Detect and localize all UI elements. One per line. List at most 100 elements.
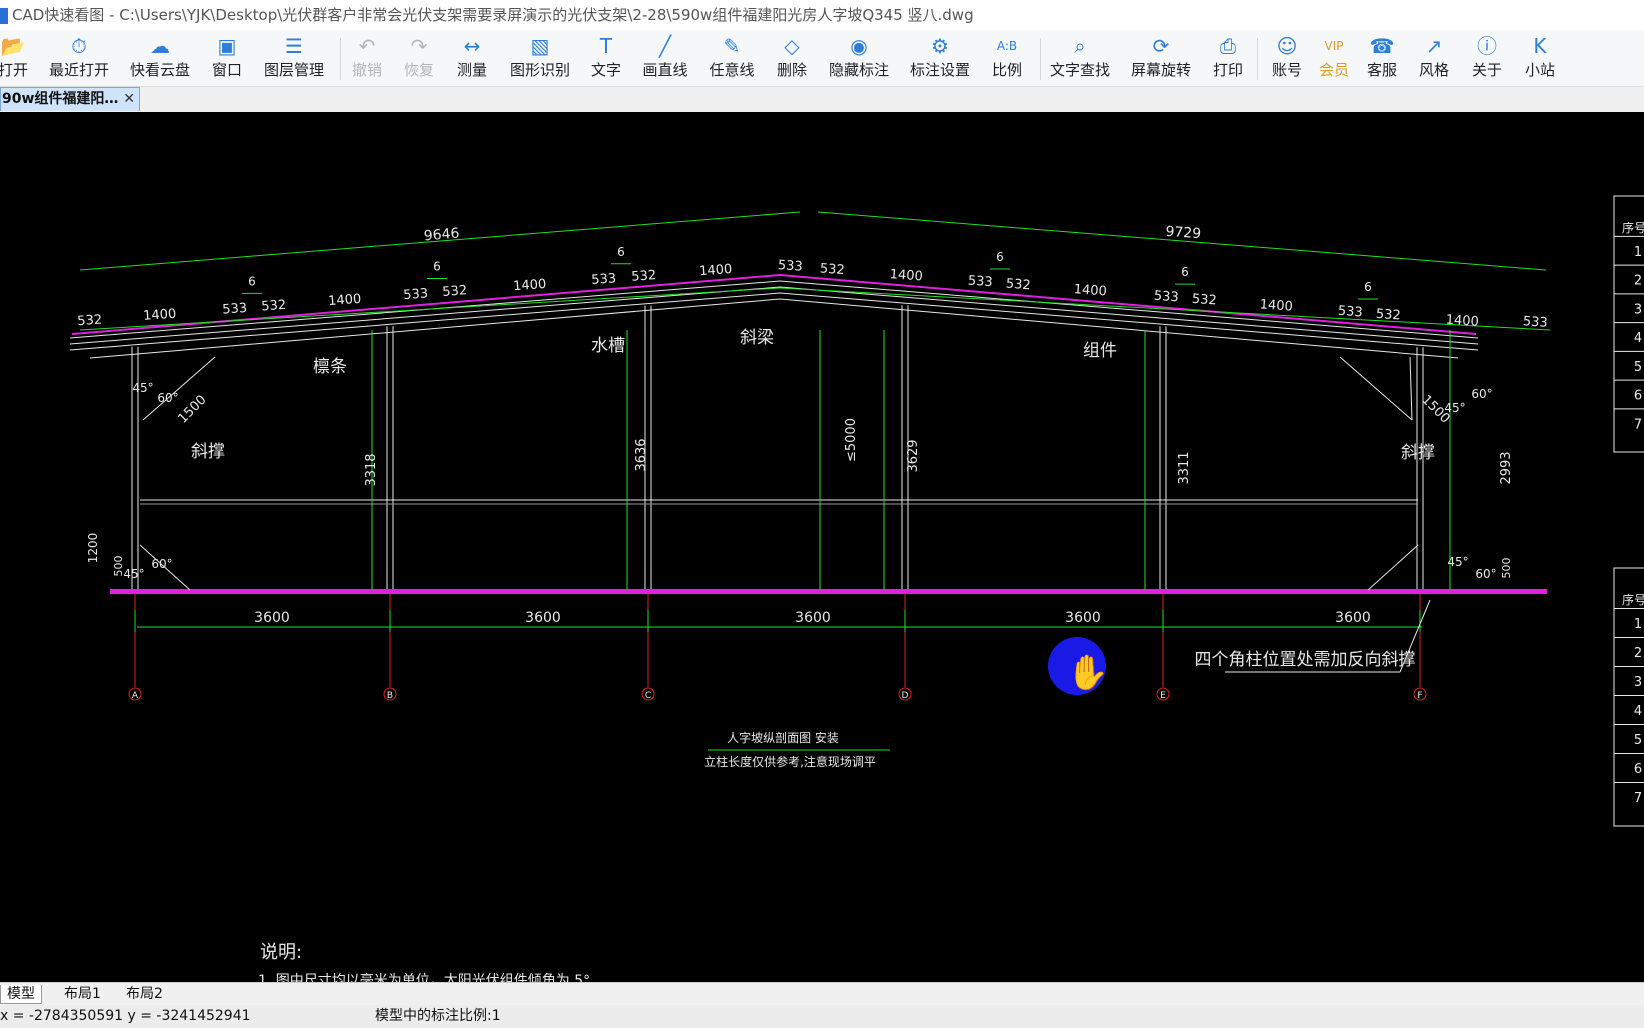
gap-dimension: 6 <box>433 260 441 274</box>
purlin-dimension: 532 <box>819 261 845 278</box>
toolbar-button-label: 画直线 <box>642 61 688 79</box>
dimension-line <box>79 287 781 331</box>
diagonal-brace <box>1339 356 1413 421</box>
diagonal-brace <box>1367 544 1419 591</box>
purlin-dimension: 533 <box>777 258 803 275</box>
app-icon <box>0 7 8 24</box>
line-icon: ╱ <box>658 34 672 58</box>
purlin-dimension: 532 <box>77 313 103 330</box>
span-dimension: 9646 <box>423 225 460 244</box>
purlin-dimension: 532 <box>631 268 657 285</box>
purlin-dimension: 1400 <box>1259 297 1293 314</box>
status-bar: x = -2784350591 y = -3241452941 模型中的标注比例… <box>0 1005 1644 1028</box>
window-title: CAD快速看图 - C:\Users\YJK\Desktop\光伏群客户非常会光… <box>12 6 974 24</box>
tab-model[interactable]: 模型 <box>0 985 42 1004</box>
purlin-dimension: 1400 <box>889 267 923 284</box>
bay-dimension: 3600 <box>1065 610 1101 626</box>
style-icon: ↗ <box>1425 34 1443 58</box>
column-height: 3629 <box>906 439 921 472</box>
toolbar-button-4[interactable]: ☰ 图层管理 <box>264 32 324 84</box>
layout-tab-bar: 模型 布局1 布局2 <box>0 982 1644 1005</box>
tab-layout1[interactable]: 布局1 <box>58 985 107 1003</box>
toolbar-button-label: 风格 <box>1418 61 1450 79</box>
toolbar-button-label: 关于 <box>1471 61 1503 79</box>
cursor-coordinates: x = -2784350591 y = -3241452941 <box>0 1008 251 1024</box>
bay-dimension: 3600 <box>254 610 290 626</box>
table-cell: 5 <box>1634 360 1642 375</box>
toolbar-button-7[interactable]: ↔ 测量 <box>457 32 487 84</box>
table-cell: 3 <box>1634 675 1642 690</box>
drawing-texts: A B C D E F 序号 1 2 3 4 5 6 7 序号 1 2 3 4 5 6 7 9646 9729 532 1400 5… <box>77 220 1644 982</box>
toolbar-button-18[interactable]: ⎙ 打印 <box>1213 32 1243 84</box>
toolbar-button-1[interactable]: ⏱ 最近打开 <box>49 32 109 84</box>
toolbar-button-15[interactable]: A:B 比例 <box>992 32 1022 84</box>
toolbar-button-label: 最近打开 <box>48 61 110 79</box>
toolbar-button-label: 测量 <box>456 61 488 79</box>
document-tab[interactable]: 90w组件福建阳… ✕ <box>0 87 140 111</box>
toolbar-button-22[interactable]: ↗ 风格 <box>1419 32 1449 84</box>
info-icon: ⓘ <box>1476 34 1497 58</box>
toolbar-button-12[interactable]: ◇ 删除 <box>777 32 807 84</box>
toolbar-button-23[interactable]: ⓘ 关于 <box>1472 32 1502 84</box>
toolbar-button-3[interactable]: ▣ 窗口 <box>212 32 242 84</box>
toolbar-button-label: 屏幕旋转 <box>1130 61 1192 79</box>
gap-dimension: 6 <box>1364 280 1372 294</box>
toolbar-button-20[interactable]: VIP 会员 <box>1319 32 1349 84</box>
toolbar-button-24[interactable]: K 小站 <box>1525 32 1555 84</box>
rotate-screen-icon: ⟳ <box>1152 34 1170 58</box>
close-icon[interactable]: ✕ <box>123 88 135 110</box>
toolbar-separator <box>340 38 341 80</box>
toolbar-button-6[interactable]: ↷ 恢复 <box>404 32 434 84</box>
toolbar-button-label: 会员 <box>1318 61 1350 79</box>
toolbar-button-0[interactable]: 📂 打开 <box>0 32 28 84</box>
notes-line: 1. 图中尺寸均以毫米为单位，太阳光伏组件倾角为 5° <box>258 972 590 982</box>
dimension-line <box>817 211 1547 271</box>
toolbar-button-label: 打印 <box>1212 61 1244 79</box>
gap-dimension: 6 <box>248 274 256 288</box>
angle-label: 45° <box>1444 401 1465 415</box>
window-icon: ▣ <box>217 34 237 58</box>
toolbar-button-9[interactable]: T 文字 <box>591 32 621 84</box>
toolbar-button-19[interactable]: ☺ 账号 <box>1272 32 1302 84</box>
main-toolbar: 📂 打开 ⏱ 最近打开 ☁ 快看云盘 ▣ 窗口 ☰ 图层管理 ↶ 撤销 ↷ 恢复 ↔ 测量 ▧ 图形识别 T 文字 ╱ 画… <box>0 30 1644 87</box>
toolbar-button-14[interactable]: ⚙ 标注设置 <box>910 32 970 84</box>
document-tab-bar: 90w组件福建阳… ✕ <box>0 87 1644 112</box>
toolbar-button-5[interactable]: ↶ 撤销 <box>352 32 382 84</box>
cloud-icon: ☁ <box>149 34 170 58</box>
label-rafter: 斜梁 <box>740 328 774 348</box>
purlin-dimension: 1400 <box>328 292 362 309</box>
column-height: 3636 <box>634 438 649 471</box>
angle-label: 45° <box>132 381 153 395</box>
toolbar-button-label: 图层管理 <box>263 61 325 79</box>
text-search-icon: ⌕ <box>1074 34 1086 58</box>
purlin-dimension: 533 <box>1153 289 1179 306</box>
layers-icon: ☰ <box>285 34 303 58</box>
undo-icon: ↶ <box>358 34 376 58</box>
misc-dimension: 500 <box>1500 558 1513 579</box>
drawing-geometry <box>69 195 1644 827</box>
table-header: 序号 <box>1622 592 1644 607</box>
table-cell: 6 <box>1634 389 1642 404</box>
toolbar-button-21[interactable]: ☎ 客服 <box>1367 32 1397 84</box>
column-height: ≤5000 <box>844 418 859 462</box>
toolbar-button-13[interactable]: ◉ 隐藏标注 <box>829 32 889 84</box>
toolbar-button-10[interactable]: ╱ 画直线 <box>642 32 687 84</box>
toolbar-button-11[interactable]: ✎ 任意线 <box>709 32 754 84</box>
purlin-dimension: 532 <box>1375 307 1401 324</box>
toolbar-button-17[interactable]: ⟳ 屏幕旋转 <box>1131 32 1191 84</box>
toolbar-button-16[interactable]: ⌕ 文字查找 <box>1050 32 1110 84</box>
redo-icon: ↷ <box>410 34 428 58</box>
drawing-canvas[interactable]: A B C D E F 序号 1 2 3 4 5 6 7 序号 1 2 3 4 5 6 7 9646 9729 532 1400 5… <box>0 112 1644 982</box>
notes-title: 说明: <box>260 942 302 963</box>
toolbar-button-8[interactable]: ▧ 图形识别 <box>510 32 570 84</box>
caption-title: 人字坡纵剖面图 安装 <box>727 730 839 745</box>
headset-icon: ☎ <box>1369 34 1395 58</box>
eye-hide-icon: ◉ <box>850 34 868 58</box>
purlin-dimension: 533 <box>1337 304 1363 321</box>
purlin-dimension: 532 <box>1005 277 1031 294</box>
eraser-icon: ◇ <box>784 34 800 58</box>
toolbar-button-label: 文字查找 <box>1049 61 1111 79</box>
tab-layout2[interactable]: 布局2 <box>120 985 169 1003</box>
toolbar-button-2[interactable]: ☁ 快看云盘 <box>130 32 190 84</box>
axis-label: F <box>1417 691 1422 701</box>
